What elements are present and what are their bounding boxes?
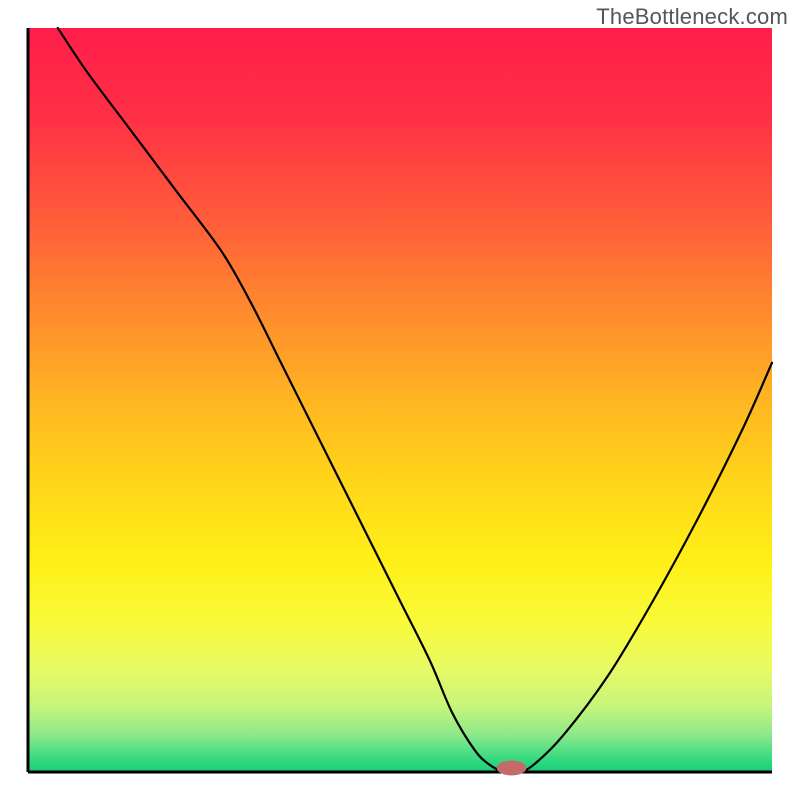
plot-background	[28, 28, 772, 772]
min-marker	[497, 761, 527, 776]
chart-svg	[0, 0, 800, 800]
watermark-text: TheBottleneck.com	[596, 4, 788, 30]
bottleneck-chart: TheBottleneck.com	[0, 0, 800, 800]
